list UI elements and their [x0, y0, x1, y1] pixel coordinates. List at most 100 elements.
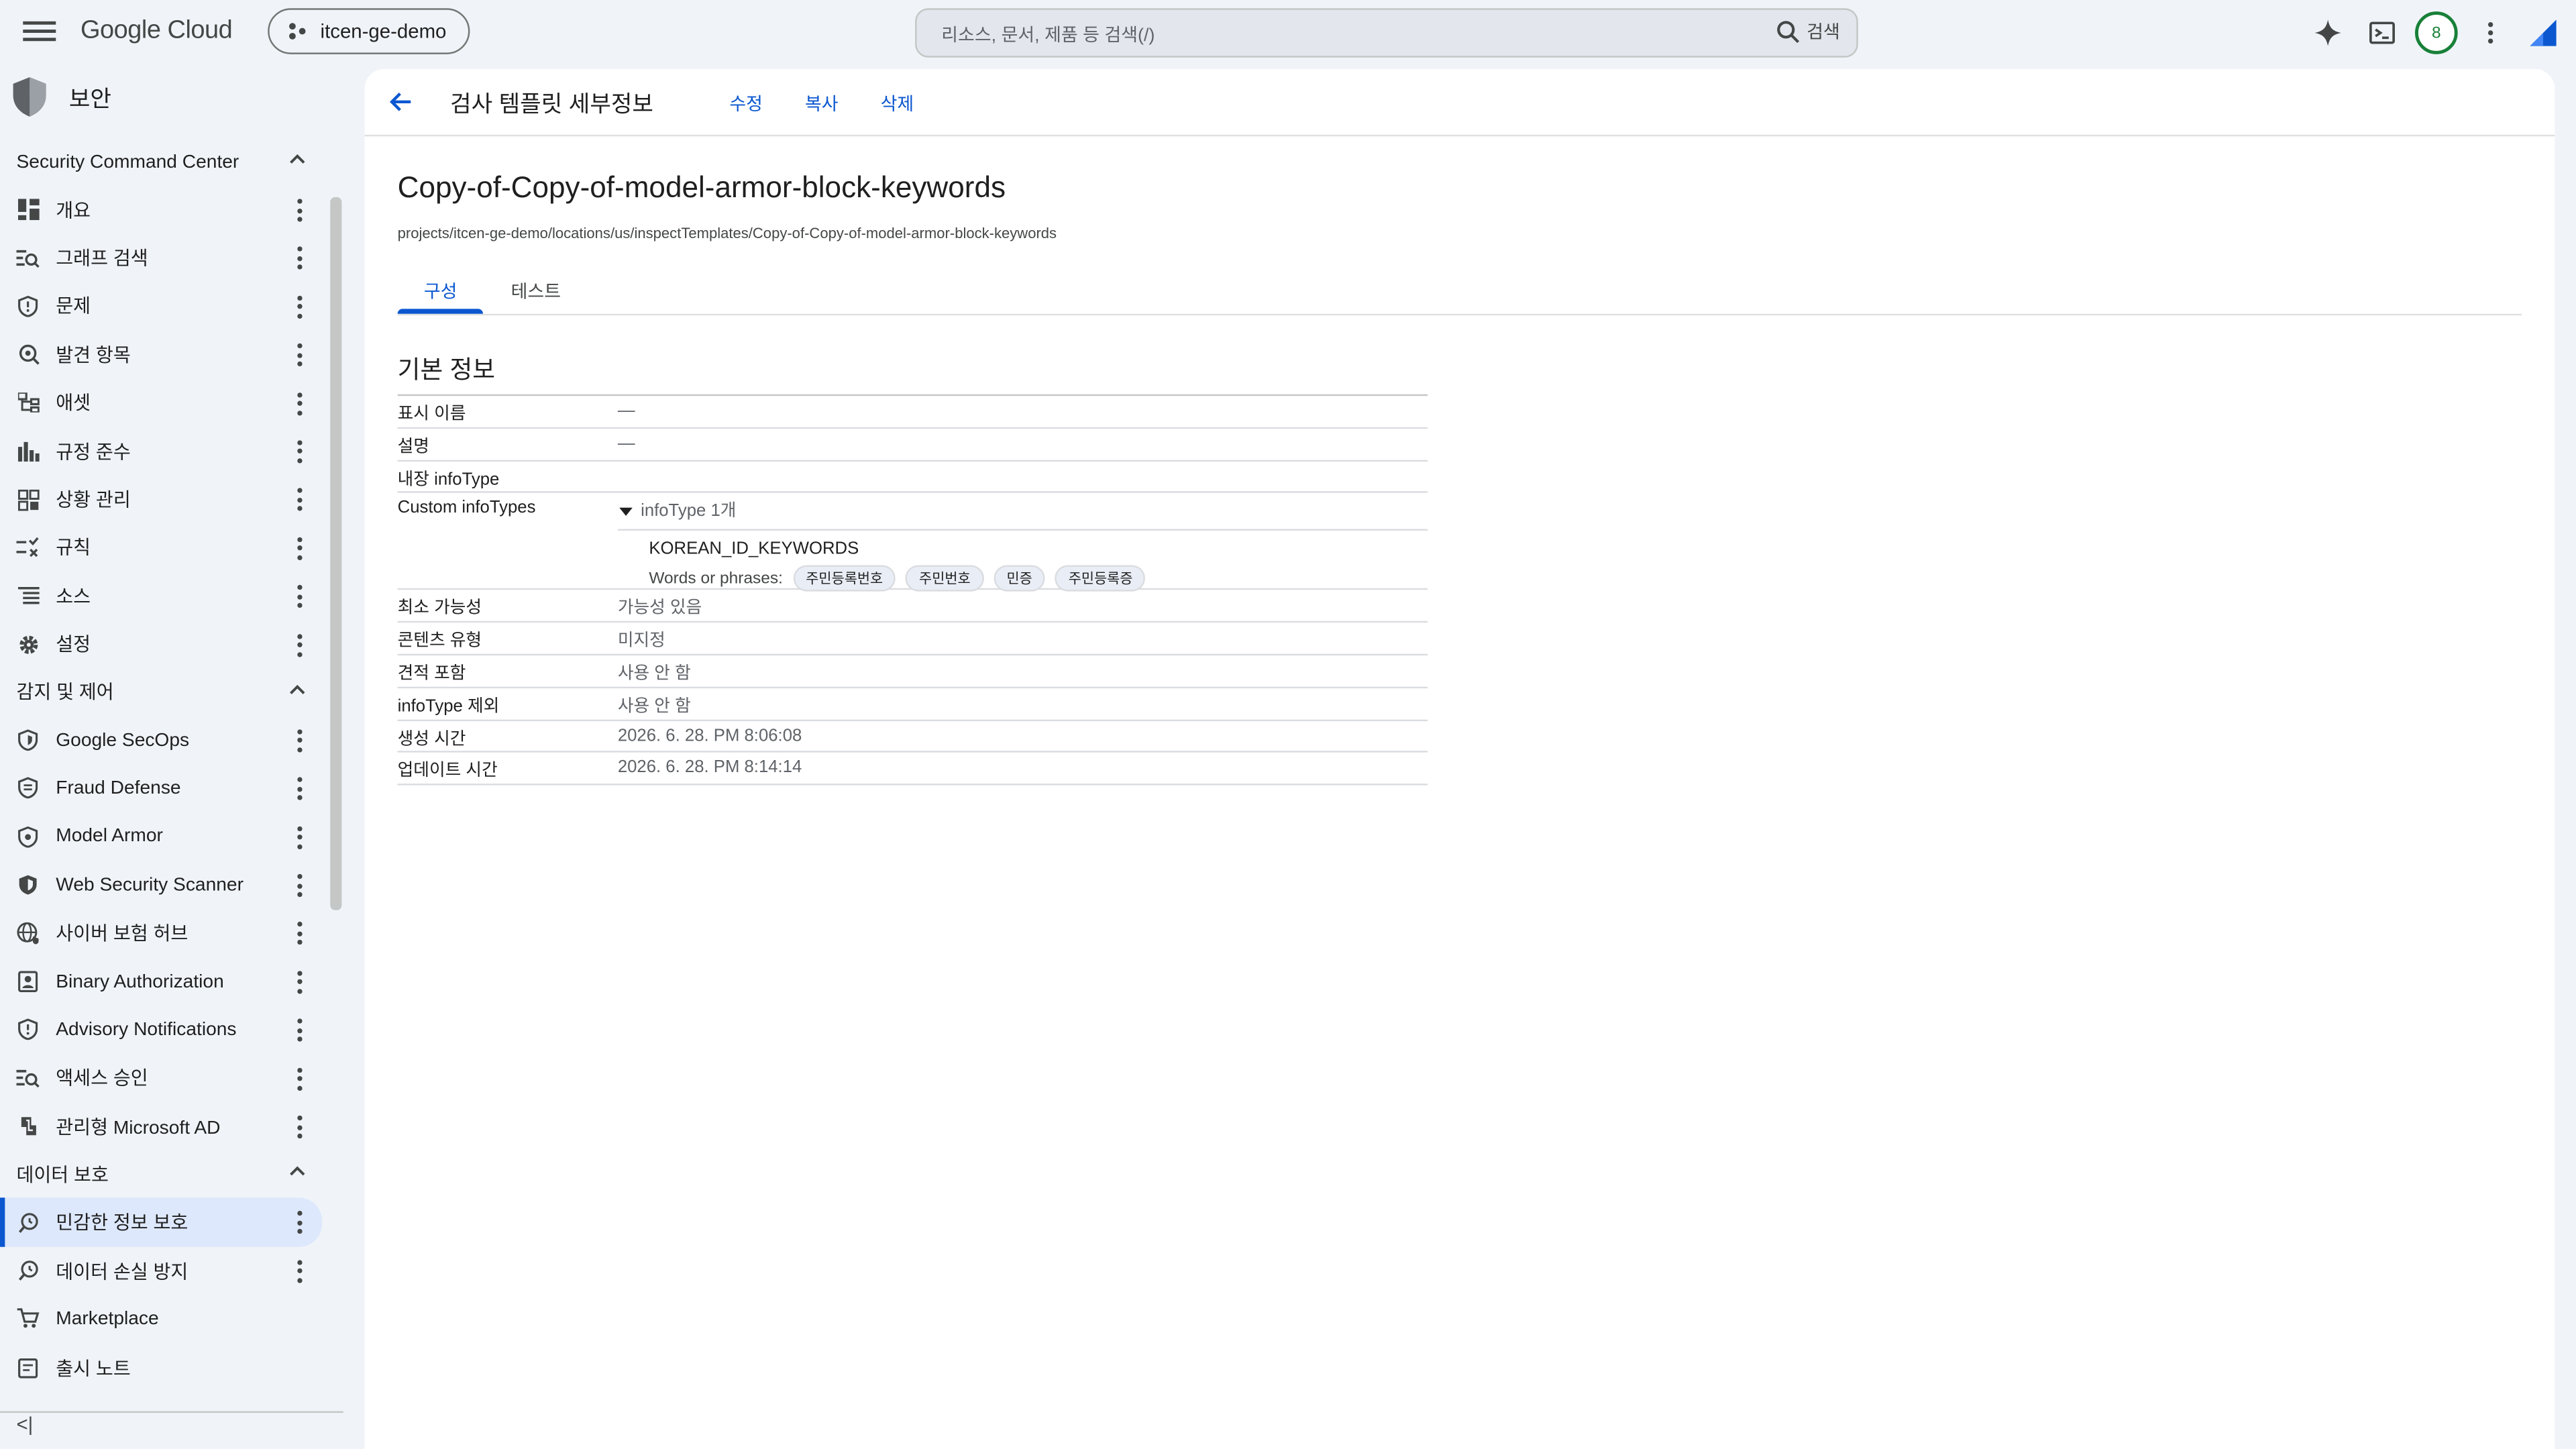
- menu-icon[interactable]: [23, 16, 56, 49]
- sidebar-item-managed-microsoft-ad[interactable]: 관리형 Microsoft AD: [0, 1102, 329, 1150]
- section-label: 데이터 보호: [16, 1166, 109, 1186]
- google-cloud-logo[interactable]: Google Cloud: [80, 16, 233, 46]
- sidebar-item-model-armor[interactable]: Model Armor: [0, 812, 329, 861]
- sidebar-item-sensitive-data-protection[interactable]: 민감한 정보 보호: [0, 1198, 323, 1248]
- more-icon[interactable]: [292, 1115, 306, 1139]
- sidebar-item-label: 개요: [56, 201, 91, 221]
- sidebar-item-settings[interactable]: 설정: [0, 621, 329, 669]
- template-path: projects/itcen-ge-demo/locations/us/insp…: [397, 225, 1057, 242]
- terminal-icon[interactable]: [2366, 16, 2399, 49]
- sidebar-item-label: 문제: [56, 298, 91, 318]
- sidebar-item-data-loss-prevention[interactable]: 데이터 손실 방지: [0, 1246, 329, 1295]
- sidebar-item-web-security-scanner[interactable]: Web Security Scanner: [0, 861, 329, 909]
- page-title: 검사 템플릿 세부정보: [450, 90, 653, 117]
- sidebar-item-label: 데이터 손실 방지: [56, 1263, 189, 1283]
- copy-button[interactable]: 복사: [805, 91, 839, 117]
- infotype-name: KOREAN_ID_KEYWORDS: [649, 539, 859, 559]
- row-key: 설명: [397, 436, 429, 457]
- sidebar-item-posture[interactable]: 상황 관리: [0, 476, 329, 524]
- sidebar-item-binary-authorization[interactable]: Binary Authorization: [0, 957, 329, 1006]
- more-icon[interactable]: [292, 633, 306, 657]
- more-icon[interactable]: [292, 1211, 306, 1235]
- tab-test[interactable]: 테스트: [511, 278, 561, 304]
- sidebar-item-label: Binary Authorization: [56, 971, 224, 992]
- infotype-expand-toggle[interactable]: infoType 1개: [618, 498, 736, 523]
- sidebar-item-label: 그래프 검색: [56, 250, 148, 270]
- table-row: 표시 이름 —: [397, 396, 1428, 429]
- row-key: 견적 포함: [397, 663, 466, 684]
- back-arrow-icon[interactable]: [388, 89, 414, 115]
- sidebar-title: 보안: [68, 85, 111, 112]
- sidebar-item-access-approval[interactable]: 액세스 승인: [0, 1054, 329, 1102]
- search-button-label: 검색: [1807, 23, 1840, 43]
- search-bar[interactable]: 리소스, 문서, 제품 등 검색(/) 검색: [915, 8, 1858, 58]
- notifications-badge[interactable]: 8: [2415, 11, 2458, 54]
- sidebar-item-fraud-defense[interactable]: Fraud Defense: [0, 765, 329, 813]
- row-value: 미지정: [617, 631, 665, 651]
- row-value: 사용 안 함: [617, 696, 691, 716]
- more-vert-icon[interactable]: [2474, 16, 2507, 49]
- keyword-chip: 주민번호: [906, 566, 984, 592]
- sidebar-item-release-notes[interactable]: 출시 노트: [0, 1344, 329, 1392]
- sidebar-item-marketplace[interactable]: Marketplace: [0, 1295, 329, 1343]
- sidebar-item-sources[interactable]: 소스: [0, 572, 329, 621]
- more-icon[interactable]: [292, 247, 306, 270]
- sidebar-item-label: 규정 준수: [56, 443, 131, 463]
- scrollbar[interactable]: [330, 197, 342, 910]
- sidebar-item-google-secops[interactable]: Google SecOps: [0, 716, 329, 765]
- sparkle-icon[interactable]: [2312, 16, 2345, 49]
- row-value: 2026. 6. 28. PM 8:14:14: [617, 757, 802, 778]
- sidebar-item-advisory-notifications[interactable]: Advisory Notifications: [0, 1006, 329, 1054]
- sidebar-item-label: Web Security Scanner: [56, 875, 244, 896]
- sidebar-item-assets[interactable]: 애셋: [0, 379, 329, 427]
- section-data-protection[interactable]: 데이터 보호: [0, 1150, 329, 1198]
- more-icon[interactable]: [292, 440, 306, 464]
- sidebar-item-findings[interactable]: 발견 항목: [0, 331, 329, 379]
- search-input[interactable]: 리소스, 문서, 제품 등 검색(/): [941, 21, 1155, 48]
- table-row: 업데이트 시간 2026. 6. 28. PM 8:14:14: [397, 753, 1428, 786]
- divider: [617, 529, 1428, 531]
- section-security-command-center[interactable]: Security Command Center: [0, 138, 329, 186]
- sidebar-item-compliance[interactable]: 규정 준수: [0, 427, 329, 476]
- more-icon[interactable]: [292, 1259, 306, 1283]
- more-icon[interactable]: [292, 392, 306, 415]
- globe-icon: [16, 922, 39, 945]
- gemini-logo[interactable]: [2527, 16, 2560, 49]
- project-icon: [289, 23, 306, 40]
- sidebar-item-label: Model Armor: [56, 826, 163, 847]
- sidebar-item-label: 애셋: [56, 394, 91, 415]
- sidebar-item-overview[interactable]: 개요: [0, 186, 329, 234]
- more-icon[interactable]: [292, 971, 306, 994]
- more-icon[interactable]: [292, 1067, 306, 1091]
- details-table: 표시 이름 — 설명 — 내장 infoType Custom infoTypes …: [397, 394, 1428, 786]
- sidebar-item-issues[interactable]: 문제: [0, 282, 329, 331]
- sidebar-item-label: Marketplace: [56, 1309, 159, 1329]
- sidebar-item-label: 상황 관리: [56, 491, 131, 511]
- more-icon[interactable]: [292, 199, 306, 222]
- row-value: 2026. 6. 28. PM 8:06:08: [617, 725, 802, 745]
- sidebar-item-rules[interactable]: 규칙: [0, 524, 329, 572]
- search-button[interactable]: 검색: [1776, 18, 1840, 44]
- project-picker[interactable]: itcen-ge-demo: [268, 8, 470, 54]
- more-icon[interactable]: [292, 1018, 306, 1042]
- sidebar-item-graph-search[interactable]: 그래프 검색: [0, 234, 329, 282]
- more-icon[interactable]: [292, 295, 306, 319]
- words-label: Words or phrases:: [649, 570, 783, 588]
- sidebar-nav: Security Command Center 개요 그래프 검색 문제 발견 …: [0, 138, 329, 1344]
- section-detection-control[interactable]: 감지 및 제어: [0, 669, 329, 716]
- more-icon[interactable]: [292, 777, 306, 801]
- edit-button[interactable]: 수정: [729, 91, 763, 117]
- row-key: Custom infoTypes: [397, 498, 536, 519]
- more-icon[interactable]: [292, 874, 306, 898]
- delete-button[interactable]: 삭제: [881, 91, 914, 117]
- more-icon[interactable]: [292, 537, 306, 560]
- tab-configuration[interactable]: 구성: [424, 278, 458, 304]
- more-icon[interactable]: [292, 729, 306, 753]
- more-icon[interactable]: [292, 826, 306, 849]
- collapse-sidebar-button[interactable]: <|: [16, 1413, 33, 1436]
- more-icon[interactable]: [292, 343, 306, 367]
- more-icon[interactable]: [292, 585, 306, 608]
- more-icon[interactable]: [292, 488, 306, 512]
- more-icon[interactable]: [292, 922, 306, 946]
- sidebar-item-cyber-insurance-hub[interactable]: 사이버 보험 허브: [0, 909, 329, 957]
